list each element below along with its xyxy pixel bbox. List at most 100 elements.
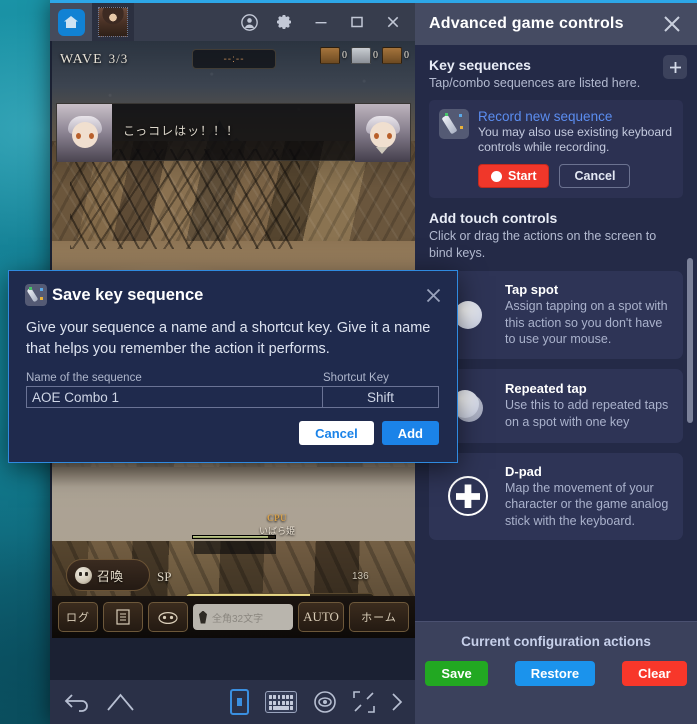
repeated-tap-card[interactable]: Repeated tap Use this to add repeated ta… (429, 368, 683, 443)
enemy-cpu-tag: CPU (267, 513, 287, 523)
shortcut-key-input[interactable] (323, 386, 439, 409)
tap-spot-description: Assign tapping on a spot with this actio… (505, 299, 668, 347)
dialogue-box[interactable]: こっコレはッ！！！ (56, 103, 411, 162)
sp-value: 136 (352, 571, 369, 582)
record-dot-icon (491, 170, 502, 182)
wave-indicator: WAVE 3/3 (60, 51, 128, 68)
dialog-description: Give your sequence a name and a shortcut… (26, 320, 431, 358)
more-button[interactable] (391, 692, 403, 712)
panel-scrollbar-thumb[interactable] (687, 258, 693, 423)
home-button[interactable] (107, 693, 134, 711)
chest-item: 0 (320, 47, 347, 64)
minimize-button[interactable] (303, 3, 339, 41)
wave-value: 3/3 (108, 51, 129, 66)
chest-counters: 0 0 0 (320, 47, 409, 64)
d-pad-card[interactable]: D-pad Map the movement of your character… (429, 452, 683, 541)
dialog-field-row (9, 384, 457, 409)
tab-strip (50, 3, 134, 41)
log-button[interactable]: ログ (58, 602, 98, 632)
panel-title: Advanced game controls (429, 15, 624, 32)
dialog-cancel-button[interactable]: Cancel (299, 421, 374, 446)
record-sequence-card: Record new sequence You may also use exi… (429, 99, 683, 199)
start-recording-button[interactable]: Start (478, 164, 550, 189)
timer-display: --:-- (192, 49, 276, 69)
summon-label: 召喚 (97, 568, 124, 584)
chat-input[interactable]: 全角32文字 (193, 604, 293, 630)
window-controls (231, 3, 417, 41)
d-pad-icon (441, 476, 495, 517)
eye-button[interactable] (313, 690, 337, 714)
record-description: You may also use existing keyboard contr… (478, 124, 672, 155)
game-dark-wisps (70, 149, 300, 249)
chest-count: 0 (404, 50, 409, 61)
dialogue-text: こっコレはッ！！！ (123, 124, 240, 138)
account-button[interactable] (231, 3, 267, 41)
dialogue-advance-icon[interactable] (376, 147, 388, 154)
chat-placeholder: 全角32文字 (212, 613, 264, 625)
menu-button[interactable] (103, 602, 143, 632)
shortcut-field-label: Shortcut Key (323, 372, 389, 385)
touch-controls-subtitle: Click or drag the actions on the screen … (429, 229, 657, 260)
game-bottom-bar: ログ 全角32文字 AUTO ホーム (52, 596, 415, 638)
summon-button[interactable]: 召喚 (66, 559, 150, 591)
add-sequence-button[interactable] (663, 55, 687, 79)
chest-item: 0 (351, 47, 378, 64)
repeated-tap-description: Use this to add repeated taps on a spot … (505, 398, 669, 429)
tap-spot-card[interactable]: Tap spot Assign tapping on a spot with t… (429, 271, 683, 359)
screen: WAVE 3/3 --:-- 0 0 0 こっコレはッ！！！ CPU いばら姫 … (0, 0, 697, 724)
character-portrait-left (57, 104, 112, 162)
back-button[interactable] (64, 692, 91, 712)
dialog-field-labels: Name of the sequence Shortcut Key (9, 360, 457, 384)
d-pad-content: D-pad Map the movement of your character… (505, 464, 671, 530)
keyboard-icon (265, 691, 297, 713)
panel-close-icon[interactable] (661, 13, 683, 35)
game-tab[interactable] (92, 3, 134, 41)
emote-button[interactable] (148, 602, 188, 632)
sp-label: SP (157, 569, 172, 584)
close-button[interactable] (375, 3, 411, 41)
settings-button[interactable] (267, 3, 303, 41)
emulator-nav-bar (50, 680, 417, 724)
fullscreen-button[interactable] (353, 691, 375, 713)
d-pad-title: D-pad (505, 463, 542, 479)
key-sequences-section: Key sequences Tap/combo sequences are li… (415, 45, 697, 92)
footer-buttons: Save Restore Clear (415, 661, 697, 686)
restore-button[interactable]: Restore (514, 661, 596, 686)
auto-button[interactable]: AUTO (298, 602, 344, 632)
chest-icon (320, 47, 340, 64)
game-home-button[interactable]: ホーム (349, 602, 409, 632)
chest-count: 0 (342, 50, 347, 61)
dialog-header: Save key sequence (9, 271, 457, 306)
chest-item: 0 (382, 47, 409, 64)
tap-spot-content: Tap spot Assign tapping on a spot with t… (505, 282, 671, 348)
chest-count: 0 (373, 50, 378, 61)
keyboard-button[interactable] (265, 691, 297, 713)
save-button[interactable]: Save (425, 661, 488, 686)
name-field-label: Name of the sequence (26, 372, 142, 385)
portrait-face (369, 122, 396, 148)
keymap-icon (230, 689, 249, 715)
key-sequences-subtitle: Tap/combo sequences are listed here. (429, 76, 641, 90)
cancel-recording-button[interactable]: Cancel (559, 164, 631, 189)
sequence-name-input[interactable] (26, 386, 323, 409)
home-tab[interactable] (50, 3, 92, 41)
magic-wand-icon (439, 108, 469, 139)
record-card-content: Record new sequence You may also use exi… (478, 109, 673, 189)
start-label: Start (508, 169, 537, 184)
panel-header: Advanced game controls (415, 3, 697, 45)
dialog-close-icon[interactable] (424, 286, 443, 305)
keymap-button[interactable] (230, 689, 249, 715)
key-sequences-title: Key sequences (429, 57, 531, 73)
maximize-button[interactable] (339, 3, 375, 41)
d-pad-description: Map the movement of your character or th… (505, 480, 669, 528)
dialog-title: Save key sequence (52, 285, 204, 304)
clear-button[interactable]: Clear (622, 661, 687, 686)
portrait-face (71, 122, 98, 148)
dialog-buttons: Cancel Add (9, 408, 457, 446)
chest-icon (382, 47, 402, 64)
record-new-sequence-link[interactable]: Record new sequence (478, 109, 673, 124)
touch-controls-title: Add touch controls (429, 210, 558, 227)
dialog-add-button[interactable]: Add (381, 421, 439, 446)
home-icon (57, 8, 85, 36)
record-card-buttons: Start Cancel (478, 164, 673, 189)
